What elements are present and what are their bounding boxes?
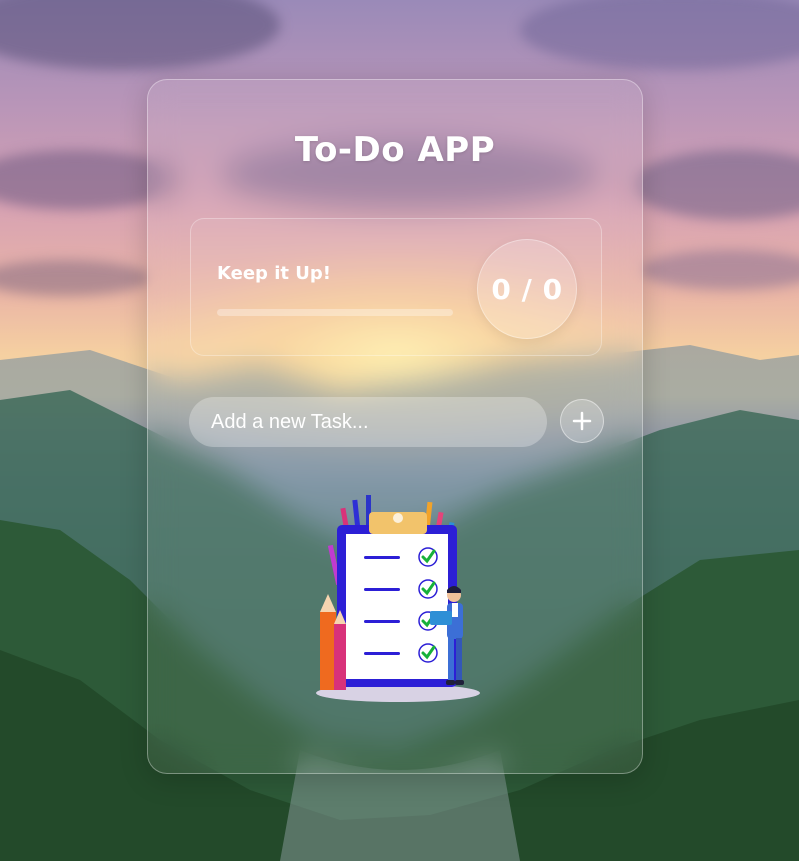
plus-icon: [572, 411, 592, 431]
progress-panel: Keep it Up! 0 / 0: [190, 218, 602, 356]
checklist-clipboard-illustration: [316, 495, 480, 702]
todo-card: To-Do APP Keep it Up! 0 / 0: [147, 79, 643, 774]
add-task-button[interactable]: [560, 399, 604, 443]
task-counter: 0 / 0: [477, 239, 577, 339]
progress-message: Keep it Up!: [217, 263, 331, 284]
app-title: To-Do APP: [294, 130, 496, 170]
new-task-input[interactable]: [189, 397, 547, 447]
progress-bar: [217, 309, 453, 316]
